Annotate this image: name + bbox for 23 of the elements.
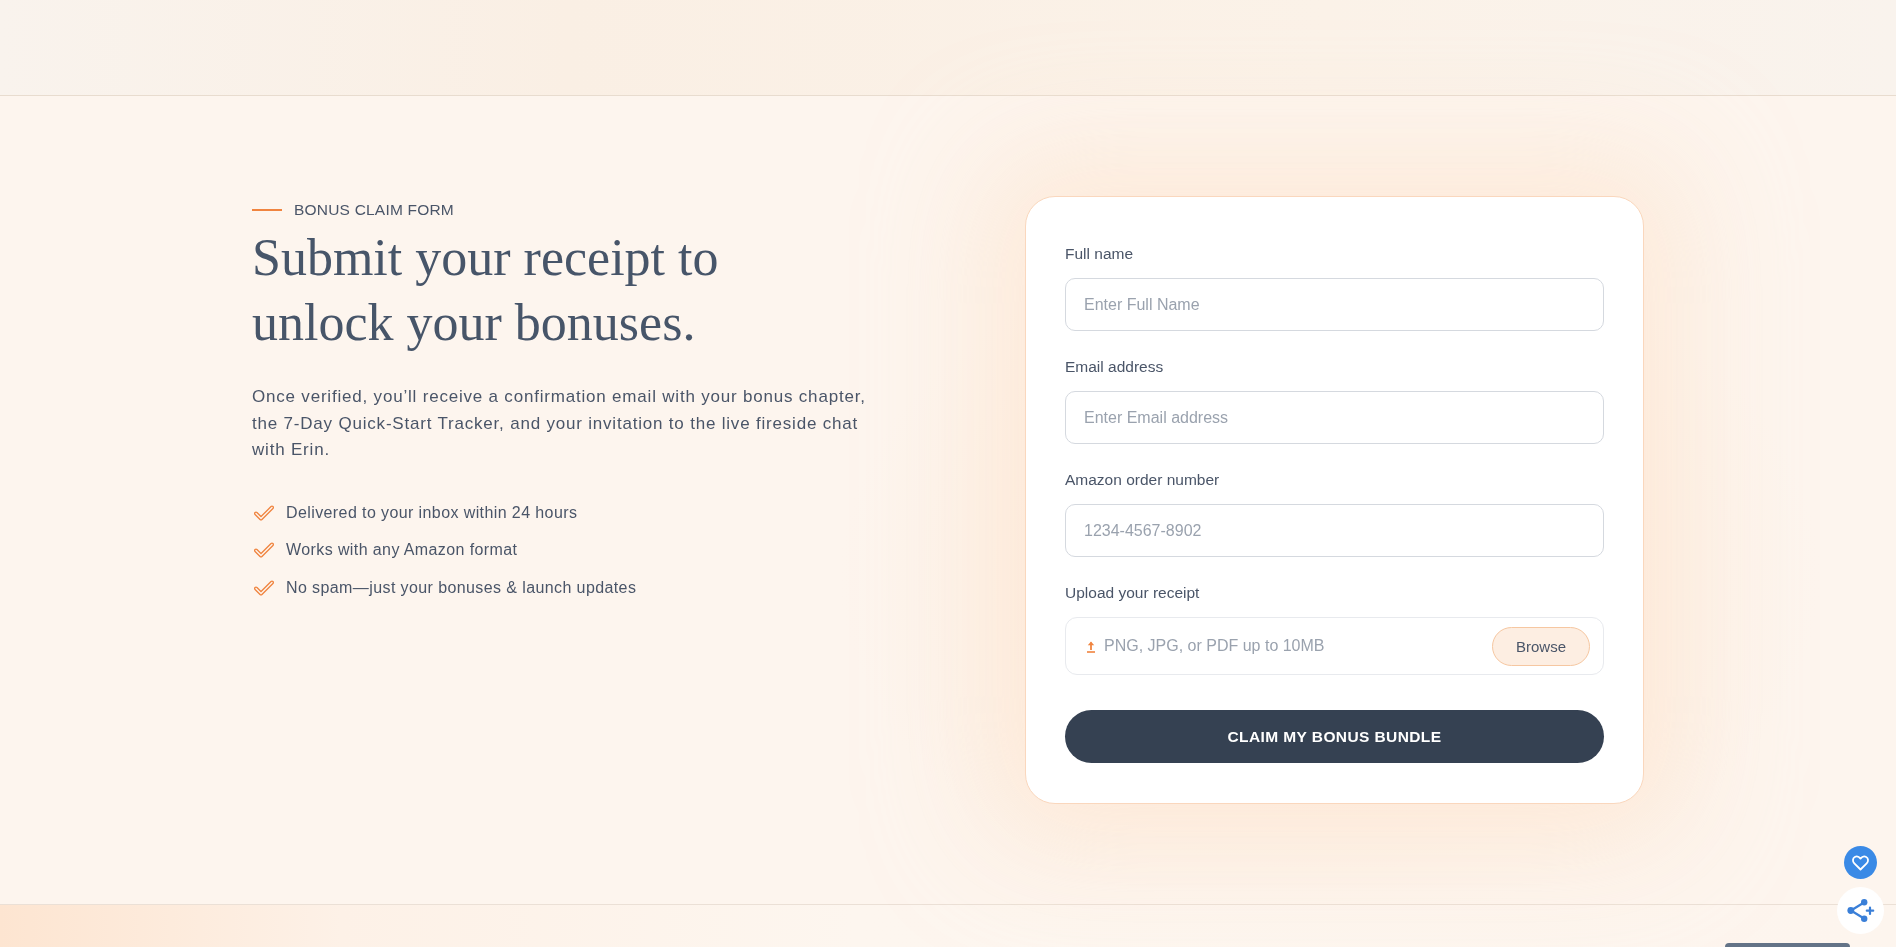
browse-button[interactable]: Browse — [1492, 626, 1590, 666]
field-label: Email address — [1065, 357, 1165, 377]
page-heading: Submit your receipt to unlock your bonuses. — [252, 228, 720, 353]
accent-line — [252, 209, 282, 211]
check-icon — [254, 504, 274, 521]
share-icon[interactable] — [1837, 887, 1884, 934]
field-label: Upload your receipt — [1065, 583, 1201, 603]
text-field[interactable]: Enter Full Name — [1065, 278, 1604, 331]
check-icon — [254, 542, 274, 559]
upload-hint: PNG, JPG, or PDF up to 10MB — [1104, 636, 1325, 656]
upload-icon — [1086, 639, 1096, 653]
upload-field[interactable]: PNG, JPG, or PDF up to 10MB Browse — [1065, 617, 1604, 675]
submit-button[interactable]: CLAIM MY BONUS BUNDLE — [1065, 710, 1604, 763]
eyebrow-label: BONUS CLAIM FORM — [294, 200, 454, 220]
benefit-text: No spam—just your bonuses & launch updates — [286, 577, 637, 598]
field-label: Amazon order number — [1065, 470, 1221, 490]
field-label: Full name — [1065, 244, 1135, 264]
description: Once verified, you’ll receive a confirmation email with your bonus chapter, the 7-Day Quick-Start Tracker, and your invitation to the live fireside chat with Erin. — [252, 386, 867, 462]
text-field[interactable]: Enter Email address — [1065, 391, 1604, 444]
check-icon — [254, 579, 274, 596]
benefit-text: Delivered to your inbox within 24 hours — [286, 502, 578, 523]
text-field[interactable]: 1234-4567-8902 — [1065, 504, 1604, 557]
benefit-text: Works with any Amazon format — [286, 540, 518, 561]
